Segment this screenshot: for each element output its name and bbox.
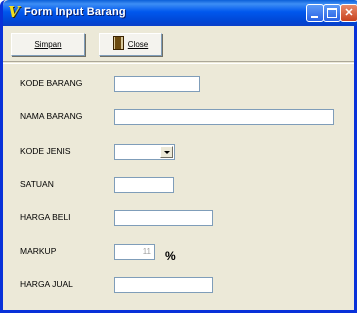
satuan-input[interactable]	[114, 177, 174, 193]
maximize-button[interactable]	[323, 4, 341, 22]
kode-barang-input[interactable]	[114, 76, 200, 92]
chevron-down-icon	[164, 151, 170, 154]
kode-jenis-select[interactable]	[114, 144, 175, 160]
harga-beli-input[interactable]	[114, 210, 213, 226]
door-icon	[112, 36, 124, 50]
nama-barang-label: NAMA BARANG	[20, 111, 83, 121]
simpan-label: Simpan	[34, 40, 62, 49]
close-window-button[interactable]: ✕	[340, 4, 357, 22]
nama-barang-input[interactable]	[114, 109, 334, 125]
title-bar[interactable]: V Form Input Barang ✕	[3, 0, 357, 26]
maximize-icon	[327, 8, 337, 18]
kode-jenis-label: KODE JENIS	[20, 146, 71, 156]
markup-percent-label: %	[165, 249, 176, 263]
toolbar: Simpan Close	[3, 27, 354, 62]
harga-jual-label: HARGA JUAL	[20, 279, 73, 289]
kode-barang-label: KODE BARANG	[20, 78, 83, 88]
minimize-button[interactable]	[306, 4, 324, 22]
harga-beli-label: HARGA BELI	[20, 212, 71, 222]
app-icon: V	[8, 3, 20, 21]
form-panel	[3, 63, 354, 307]
markup-label: MARKUP	[20, 246, 57, 256]
simpan-button[interactable]: Simpan	[11, 33, 85, 56]
window-title: Form Input Barang	[24, 6, 126, 18]
close-label: Close	[127, 40, 149, 49]
minimize-icon	[311, 16, 318, 18]
harga-jual-input[interactable]	[114, 277, 213, 293]
satuan-label: SATUAN	[20, 179, 54, 189]
kode-jenis-dropdown-button[interactable]	[160, 146, 173, 158]
markup-input[interactable]: 11	[114, 244, 155, 260]
close-button[interactable]: Close	[99, 33, 162, 56]
close-icon: ✕	[344, 7, 354, 19]
